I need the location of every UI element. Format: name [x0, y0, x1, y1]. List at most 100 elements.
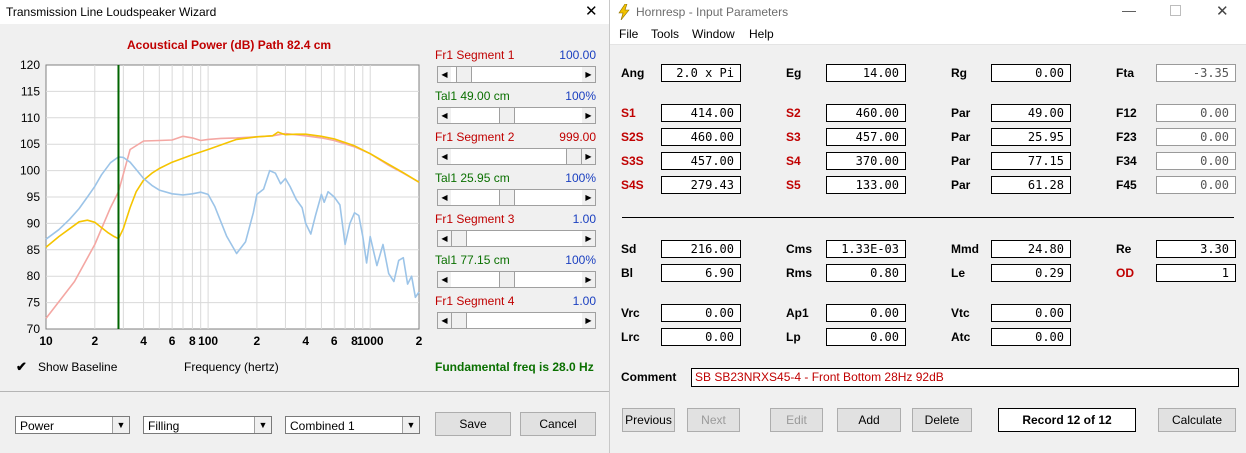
arrow-left-icon[interactable]: ◀ [438, 108, 451, 123]
param-field[interactable]: 61.28 [991, 176, 1071, 194]
param-field[interactable]: 1 [1156, 264, 1236, 282]
param-field[interactable]: 0.80 [826, 264, 906, 282]
close-icon[interactable]: ✕ [1216, 2, 1229, 20]
segment-slider[interactable]: ◀ ▶ [437, 230, 596, 247]
param-field[interactable]: 0.00 [661, 328, 741, 346]
param-field[interactable]: 2.0 x Pi [661, 64, 741, 82]
slider-label: Tal1 77.15 cm [435, 253, 510, 267]
combined-select[interactable]: Combined 1 ▼ [285, 416, 420, 434]
param-field[interactable]: 216.00 [661, 240, 741, 258]
param-label: S4 [786, 154, 801, 168]
checkmark-icon[interactable]: ✔ [16, 359, 27, 375]
param-field[interactable]: 14.00 [826, 64, 906, 82]
param-field[interactable]: 77.15 [991, 152, 1071, 170]
slider-thumb[interactable] [566, 149, 582, 164]
param-field[interactable]: 25.95 [991, 128, 1071, 146]
param-label: Vrc [621, 306, 640, 320]
slider-thumb[interactable] [451, 313, 467, 328]
slider-value: 1.00 [572, 212, 596, 226]
param-label: F34 [1116, 154, 1137, 168]
y-tick-label: 115 [21, 84, 40, 98]
param-label: Rms [786, 266, 813, 280]
param-field[interactable]: 414.00 [661, 104, 741, 122]
x-tick-label: 2 [254, 334, 261, 348]
arrow-right-icon[interactable]: ▶ [582, 190, 595, 205]
segment-slider[interactable]: ◀ ▶ [437, 148, 596, 165]
arrow-left-icon[interactable]: ◀ [438, 190, 451, 205]
segment-slider[interactable]: ◀ ▶ [437, 312, 596, 329]
param-field[interactable]: 370.00 [826, 152, 906, 170]
segment-slider[interactable]: ◀ ▶ [437, 189, 596, 206]
param-field[interactable]: 49.00 [991, 104, 1071, 122]
param-field[interactable]: 1.33E-03 [826, 240, 906, 258]
slider-thumb[interactable] [499, 190, 516, 205]
param-label: S5 [786, 178, 801, 192]
arrow-left-icon[interactable]: ◀ [438, 313, 451, 328]
param-label: Par [951, 130, 971, 144]
segment-slider[interactable]: ◀ ▶ [437, 271, 596, 288]
param-label: Le [951, 266, 966, 280]
arrow-left-icon[interactable]: ◀ [438, 231, 451, 246]
param-field[interactable]: 0.00 [826, 328, 906, 346]
menu-tools[interactable]: Tools [651, 27, 679, 41]
close-icon[interactable]: ✕ [585, 2, 598, 20]
show-baseline-label[interactable]: Show Baseline [38, 360, 117, 374]
param-field[interactable]: 279.43 [661, 176, 741, 194]
param-field[interactable]: 460.00 [826, 104, 906, 122]
arrow-left-icon[interactable]: ◀ [438, 67, 451, 82]
y-tick-label: 90 [27, 216, 41, 230]
slider-thumb[interactable] [499, 108, 516, 123]
param-field[interactable]: 0.00 [991, 304, 1071, 322]
param-field[interactable]: 0.00 [826, 304, 906, 322]
slider-thumb[interactable] [451, 231, 467, 246]
tl-wizard-title: Transmission Line Loudspeaker Wizard [6, 5, 217, 19]
param-field[interactable]: 133.00 [826, 176, 906, 194]
param-label: Par [951, 106, 971, 120]
param-field[interactable]: 24.80 [991, 240, 1071, 258]
minimize-icon[interactable]: — [1122, 2, 1136, 18]
param-field[interactable]: 3.30 [1156, 240, 1236, 258]
slider-thumb[interactable] [499, 272, 516, 287]
param-field[interactable]: 460.00 [661, 128, 741, 146]
segment-slider[interactable]: ◀ ▶ [437, 107, 596, 124]
next-button[interactable]: Next [687, 408, 740, 432]
menu-window[interactable]: Window [692, 27, 735, 41]
chevron-down-icon[interactable]: ▼ [254, 417, 271, 433]
param-label: Fta [1116, 66, 1134, 80]
y-tick-label: 105 [20, 137, 40, 151]
arrow-right-icon[interactable]: ▶ [582, 67, 595, 82]
arrow-left-icon[interactable]: ◀ [438, 272, 451, 287]
x-tick-label: 4 [302, 334, 309, 348]
save-button[interactable]: Save [435, 412, 511, 436]
segment-slider[interactable]: ◀ ▶ [437, 66, 596, 83]
menu-help[interactable]: Help [749, 27, 774, 41]
arrow-right-icon[interactable]: ▶ [582, 108, 595, 123]
add-button[interactable]: Add [837, 408, 901, 432]
response-type-select[interactable]: Power ▼ [15, 416, 130, 434]
filling-select[interactable]: Filling ▼ [143, 416, 272, 434]
param-field[interactable]: 0.00 [991, 328, 1071, 346]
slider-thumb[interactable] [455, 67, 472, 82]
previous-button[interactable]: Previous [622, 408, 675, 432]
arrow-right-icon[interactable]: ▶ [582, 313, 595, 328]
comment-field[interactable]: SB SB23NRXS45-4 - Front Bottom 28Hz 92dB [691, 368, 1239, 387]
param-field[interactable]: 0.00 [661, 304, 741, 322]
maximize-icon[interactable] [1170, 5, 1181, 16]
param-label: Lrc [621, 330, 640, 344]
cancel-button[interactable]: Cancel [520, 412, 596, 436]
chevron-down-icon[interactable]: ▼ [402, 417, 419, 433]
param-field[interactable]: 457.00 [826, 128, 906, 146]
param-field[interactable]: 0.29 [991, 264, 1071, 282]
arrow-right-icon[interactable]: ▶ [582, 272, 595, 287]
chevron-down-icon[interactable]: ▼ [112, 417, 129, 433]
arrow-left-icon[interactable]: ◀ [438, 149, 451, 164]
menu-file[interactable]: File [619, 27, 638, 41]
delete-button[interactable]: Delete [912, 408, 972, 432]
arrow-right-icon[interactable]: ▶ [582, 231, 595, 246]
calculate-button[interactable]: Calculate [1158, 408, 1236, 432]
arrow-right-icon[interactable]: ▶ [582, 149, 595, 164]
edit-button[interactable]: Edit [770, 408, 823, 432]
param-field[interactable]: 0.00 [991, 64, 1071, 82]
param-field[interactable]: 6.90 [661, 264, 741, 282]
param-field[interactable]: 457.00 [661, 152, 741, 170]
